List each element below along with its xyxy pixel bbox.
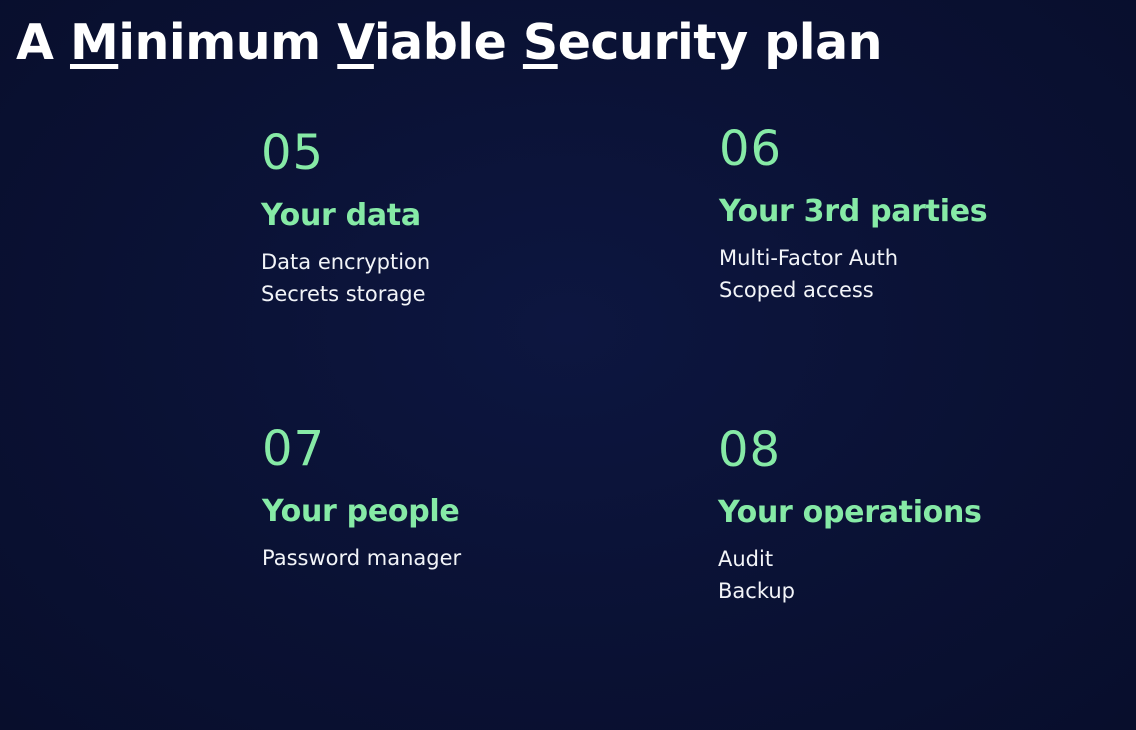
card-heading: Your 3rd parties [719, 194, 988, 229]
card-heading: Your data [261, 198, 421, 233]
card-your-operations: 08 Your operations Audit Backup [718, 423, 1078, 607]
title-part-underlined-v: V [337, 14, 374, 71]
card-heading: Your people [262, 494, 460, 529]
title-part: A [16, 14, 70, 71]
card-number: 06 [719, 121, 783, 177]
card-item-list: Audit Backup [718, 543, 1078, 607]
card-item: Backup [718, 579, 795, 603]
title-part: iable [373, 14, 523, 71]
slide-title: A Minimum Viable Security plan [16, 10, 883, 76]
card-number: 07 [262, 421, 326, 477]
card-item: Scoped access [719, 278, 874, 302]
title-part-underlined-m: M [69, 14, 119, 71]
card-number: 08 [718, 422, 782, 478]
card-item-list: Data encryption Secrets storage [261, 246, 621, 310]
title-part: ecurity plan [557, 14, 883, 71]
card-your-3rd-parties: 06 Your 3rd parties Multi-Factor Auth Sc… [719, 122, 1079, 306]
card-heading: Your operations [718, 495, 982, 530]
card-item-list: Multi-Factor Auth Scoped access [719, 242, 1079, 306]
card-item: Password manager [262, 546, 462, 570]
card-number: 05 [261, 125, 325, 181]
card-your-people: 07 Your people Password manager [262, 422, 622, 574]
card-item: Secrets storage [261, 282, 426, 306]
card-your-data: 05 Your data Data encryption Secrets sto… [261, 126, 621, 310]
card-item: Multi-Factor Auth [719, 246, 899, 270]
card-item-list: Password manager [262, 542, 622, 574]
title-part-underlined-s: S [522, 14, 558, 71]
slide: A Minimum Viable Security plan 05 Your d… [0, 0, 1136, 730]
card-item: Data encryption [261, 250, 431, 274]
card-item: Audit [718, 547, 774, 571]
title-part: inimum [118, 14, 338, 71]
